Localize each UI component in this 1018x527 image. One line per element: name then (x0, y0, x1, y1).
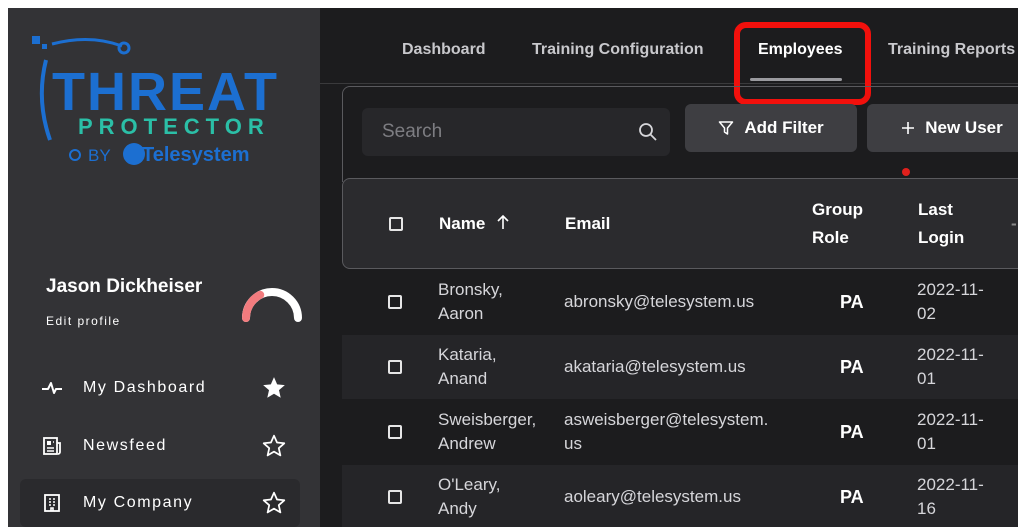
sidebar-item-label: My Company (83, 494, 194, 511)
column-header-login-line2: Login (918, 228, 965, 247)
table-header: Name Email Group Role Last Login - (342, 178, 1018, 269)
cell-last-login: 2022-11- 02 (917, 280, 984, 323)
add-filter-label: Add Filter (744, 118, 824, 137)
row-checkbox[interactable] (388, 360, 402, 374)
sidebar-item-newsfeed[interactable]: Newsfeed (20, 422, 300, 470)
cell-name: O'Leary, Andy (438, 475, 501, 518)
tab-bar: Dashboard Training Configuration Employe… (320, 8, 1018, 84)
column-header-role-line2: Role (812, 228, 849, 247)
sidebar-item-label: Newsfeed (83, 437, 167, 454)
profile-progress-gauge (240, 280, 304, 324)
cell-last-login: 2022-11- 16 (917, 475, 984, 518)
building-icon (40, 491, 64, 515)
column-header-name[interactable]: Name (439, 210, 510, 239)
cell-name: Bronsky, Aaron (438, 280, 503, 323)
column-header-last-login[interactable]: Last Login (918, 196, 964, 252)
table-row[interactable]: Bronsky, Aaron abronsky@telesystem.us PA … (342, 270, 1018, 334)
sidebar-item-label: My Dashboard (83, 379, 207, 396)
column-header-name-label: Name (439, 214, 486, 233)
cell-group-role: PA (840, 422, 864, 442)
star-outline-icon[interactable] (260, 489, 288, 517)
new-user-label: New User (925, 118, 1003, 137)
row-checkbox[interactable] (388, 425, 402, 439)
cell-email: abronsky@telesystem.us (564, 292, 755, 311)
app-window: THREAT PROTECTOR BY Telesystem Jason Dic… (8, 8, 1018, 527)
cell-email: aoleary@telesystem.us (564, 487, 741, 506)
cell-group-role: PA (840, 292, 864, 312)
svg-text:PROTECTOR: PROTECTOR (78, 114, 270, 139)
row-checkbox[interactable] (388, 490, 402, 504)
new-user-button[interactable]: New User (867, 104, 1018, 152)
plus-icon (901, 121, 915, 135)
cell-last-login: 2022-11- 01 (917, 410, 984, 453)
table-row[interactable]: O'Leary, Andy aoleary@telesystem.us PA 20… (342, 465, 1018, 527)
pulse-icon (40, 376, 64, 400)
tab-training-configuration[interactable]: Training Configuration (532, 41, 704, 59)
cell-group-role: PA (840, 487, 864, 507)
cell-name: Sweisberger, Andrew (438, 410, 537, 453)
notification-dot (902, 168, 910, 176)
table-row[interactable]: Kataria, Anand akataria@telesystem.us PA … (342, 335, 1018, 399)
main-content: Dashboard Training Configuration Employe… (320, 8, 1018, 527)
star-filled-icon[interactable] (260, 374, 288, 402)
table-row[interactable]: Sweisberger, Andrew asweisberger@telesyst… (342, 400, 1018, 464)
cell-name: Kataria, Anand (438, 345, 497, 388)
sidebar: THREAT PROTECTOR BY Telesystem Jason Dic… (8, 8, 320, 527)
cell-group-role: PA (840, 357, 864, 377)
filter-icon (718, 120, 734, 136)
employees-table: Name Email Group Role Last Login - Brons… (342, 178, 1018, 527)
sort-ascending-icon (496, 211, 510, 239)
column-header-login-line1: Last (918, 200, 953, 219)
edit-profile-link[interactable]: Edit profile (46, 314, 121, 328)
sidebar-item-my-dashboard[interactable]: My Dashboard (20, 364, 300, 412)
search-box[interactable] (362, 108, 670, 156)
tab-training-reports[interactable]: Training Reports (888, 41, 1015, 59)
sidebar-item-my-company[interactable]: My Company (20, 479, 300, 527)
select-all-checkbox[interactable] (389, 217, 403, 231)
column-header-email[interactable]: Email (565, 210, 610, 238)
cell-email: akataria@telesystem.us (564, 357, 746, 376)
column-header-overflow: - (1011, 214, 1017, 233)
tab-dashboard[interactable]: Dashboard (402, 41, 486, 59)
svg-text:BY: BY (88, 146, 111, 165)
cell-email: asweisberger@telesystem. us (564, 410, 769, 453)
star-outline-icon[interactable] (260, 432, 288, 460)
add-filter-button[interactable]: Add Filter (685, 104, 857, 152)
column-header-role-line1: Group (812, 200, 863, 219)
svg-text:Telesystem: Telesystem (142, 144, 249, 166)
newspaper-icon (40, 434, 64, 458)
search-input[interactable] (362, 108, 622, 156)
cell-last-login: 2022-11- 01 (917, 345, 984, 388)
svg-text:THREAT: THREAT (52, 62, 279, 122)
threat-protector-logo: THREAT PROTECTOR BY Telesystem (30, 30, 300, 180)
profile-name: Jason Dickheiser (46, 276, 203, 297)
column-header-group-role[interactable]: Group Role (812, 196, 863, 252)
row-checkbox[interactable] (388, 295, 402, 309)
search-icon[interactable] (638, 122, 658, 142)
